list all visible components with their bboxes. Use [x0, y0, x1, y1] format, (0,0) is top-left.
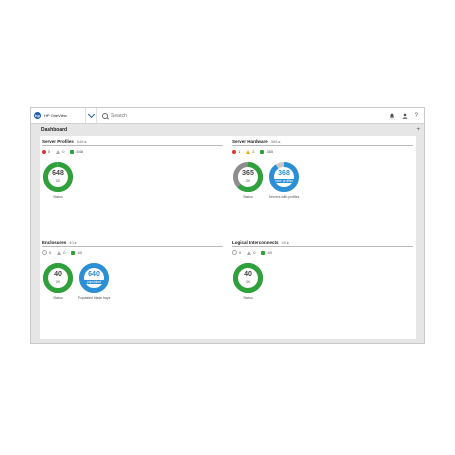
donut-value: 640 — [88, 271, 100, 278]
donut-value: 368 — [278, 170, 290, 177]
status-donut[interactable]: 365 OK — [232, 161, 264, 193]
panel-title[interactable]: Server Hardware — [232, 139, 268, 144]
app-name: HP OneView — [44, 113, 67, 118]
donut-label: Servers with profiles — [268, 195, 300, 199]
warning-icon — [56, 149, 61, 154]
app-logo[interactable]: hp HP OneView — [31, 108, 85, 123]
ok-icon — [261, 250, 266, 255]
status-donut[interactable]: 40 OK — [42, 262, 74, 294]
bell-icon[interactable] — [389, 113, 395, 119]
donut-label: Populated blade bays — [77, 296, 111, 300]
warning-icon — [57, 250, 62, 255]
critical-status[interactable]: 5 — [42, 149, 50, 154]
ok-status[interactable]: 40 — [71, 250, 82, 255]
ok-icon — [70, 149, 75, 154]
donut-label: Status — [243, 296, 253, 300]
dashboard-content: Server Profiles 648 ▸ 5 0 648 648 OK Sta… — [40, 136, 416, 339]
profiles-donut[interactable]: 368 have profiles — [268, 161, 300, 193]
search-bar[interactable] — [102, 112, 389, 119]
search-icon — [102, 112, 108, 119]
ok-icon — [260, 149, 265, 154]
top-bar: hp HP OneView ? — [31, 108, 424, 124]
help-icon[interactable]: ? — [415, 113, 418, 119]
user-icon[interactable] — [402, 113, 408, 119]
critical-icon — [232, 149, 236, 154]
panel-title[interactable]: Enclosures — [42, 240, 66, 245]
status-summary: 1 2 365 — [232, 149, 273, 154]
chevron-down-icon — [87, 110, 95, 119]
status-summary: 0 0 40 — [232, 250, 272, 255]
warning-status[interactable]: 0 — [56, 149, 64, 154]
ok-status[interactable]: 365 — [260, 149, 273, 154]
ok-icon — [71, 250, 76, 255]
disabled-icon — [42, 250, 47, 255]
warning-icon — [246, 149, 251, 154]
search-input[interactable] — [111, 112, 261, 119]
panel-count[interactable]: 40 ▸ — [282, 240, 290, 245]
donut-label: Status — [53, 195, 63, 199]
donut-value: 365 — [242, 170, 254, 177]
donut-label: Status — [53, 296, 63, 300]
donut-subtitle: OK — [55, 179, 61, 183]
app-window: hp HP OneView ? Dashboard + Server Profi… — [30, 107, 425, 344]
hp-logo-icon: hp — [34, 112, 41, 119]
donut-value: 648 — [52, 170, 64, 177]
donut-subtitle: OK — [245, 280, 251, 284]
warning-status[interactable]: 0 — [57, 250, 65, 255]
panel-count[interactable]: 368 ▸ — [271, 139, 281, 144]
dashboard-header: Dashboard + — [31, 124, 424, 135]
status-summary: 0 0 40 — [42, 250, 82, 255]
donut-subtitle: populated — [81, 280, 107, 284]
main-menu-button[interactable] — [85, 108, 97, 123]
ok-status[interactable]: 648 — [70, 149, 83, 154]
panel-enclosures: Enclosures 40 ▸ 0 0 40 40 OK Status 640 … — [40, 237, 223, 332]
disabled-status[interactable]: 0 — [42, 250, 51, 255]
panel-count[interactable]: 40 ▸ — [69, 240, 77, 245]
donut-subtitle: have profiles — [271, 179, 297, 183]
blade-bays-donut[interactable]: 640 populated — [78, 262, 110, 294]
panel-server-hardware: Server Hardware 368 ▸ 1 2 365 365 OK Sta… — [230, 136, 413, 231]
critical-icon — [42, 149, 46, 154]
page-title: Dashboard — [41, 126, 68, 133]
status-donut[interactable]: 648 OK — [42, 161, 74, 193]
panel-count[interactable]: 648 ▸ — [77, 139, 87, 144]
donut-subtitle: OK — [245, 179, 251, 183]
panel-server-profiles: Server Profiles 648 ▸ 5 0 648 648 OK Sta… — [40, 136, 223, 231]
donut-value: 40 — [244, 271, 252, 278]
ok-status[interactable]: 40 — [261, 250, 272, 255]
disabled-icon — [232, 250, 237, 255]
status-donut[interactable]: 40 OK — [232, 262, 264, 294]
warning-status[interactable]: 2 — [246, 149, 254, 154]
warning-status[interactable]: 0 — [247, 250, 255, 255]
panel-title[interactable]: Logical Interconnects — [232, 240, 279, 245]
status-summary: 5 0 648 — [42, 149, 83, 154]
panel-title[interactable]: Server Profiles — [42, 139, 74, 144]
disabled-status[interactable]: 0 — [232, 250, 241, 255]
add-panel-button[interactable]: + — [416, 127, 420, 133]
donut-label: Status — [243, 195, 253, 199]
critical-status[interactable]: 1 — [232, 149, 240, 154]
warning-icon — [247, 250, 252, 255]
panel-logical-interconnects: Logical Interconnects 40 ▸ 0 0 40 40 OK … — [230, 237, 413, 332]
donut-value: 40 — [54, 271, 62, 278]
donut-subtitle: OK — [55, 280, 61, 284]
